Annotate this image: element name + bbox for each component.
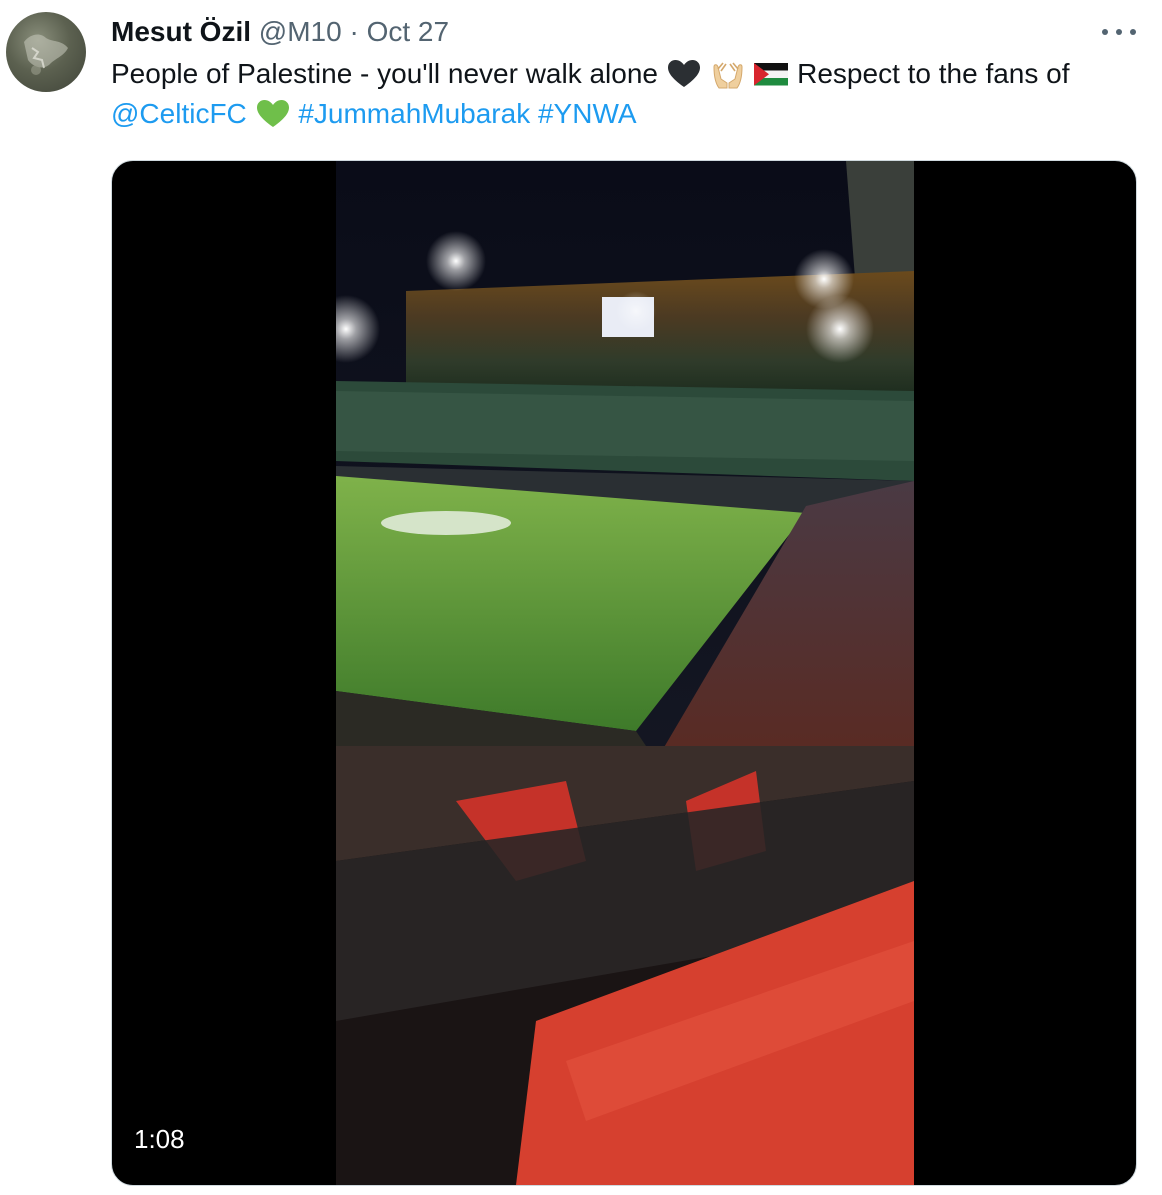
video-frame xyxy=(336,161,914,1185)
mention-link[interactable]: @CelticFC xyxy=(111,98,247,129)
tweet-header: Mesut Özil @M10 · Oct 27 xyxy=(111,12,1142,52)
tweet-text-part2: Respect to the fans of xyxy=(797,58,1070,89)
more-options-icon[interactable] xyxy=(1102,18,1136,46)
hashtag-jummahmubarak[interactable]: #JummahMubarak xyxy=(298,98,530,129)
author-handle[interactable]: @M10 xyxy=(259,16,342,47)
tweet-text-part1: People of Palestine - you'll never walk … xyxy=(111,58,658,89)
tweet-date[interactable]: Oct 27 xyxy=(367,16,449,47)
video-duration: 1:08 xyxy=(134,1124,185,1154)
avatar[interactable] xyxy=(6,12,86,92)
author-name[interactable]: Mesut Özil xyxy=(111,16,251,47)
black-heart-icon xyxy=(667,60,700,87)
separator-dot: · xyxy=(349,16,359,47)
green-heart-icon xyxy=(256,100,289,127)
hashtag-ynwa[interactable]: #YNWA xyxy=(538,98,637,129)
video-player[interactable]: 1:08 xyxy=(111,160,1137,1186)
palms-up-together-icon xyxy=(713,62,743,89)
palestine-flag-icon xyxy=(754,63,789,86)
tweet-text: People of Palestine - you'll never walk … xyxy=(111,54,1132,134)
